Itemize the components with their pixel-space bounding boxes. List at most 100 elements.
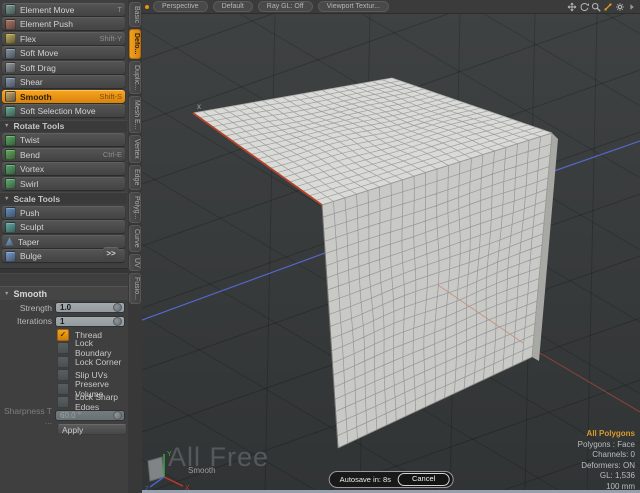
tool-soft-selection-move[interactable]: Soft Selection Move xyxy=(2,104,125,117)
viewport-button-perspective[interactable]: Perspective xyxy=(153,1,208,12)
tool-list-overflow-button[interactable]: >> xyxy=(103,247,119,259)
orbit-icon[interactable] xyxy=(579,2,589,12)
status-line: Polygons : Face xyxy=(578,440,635,451)
twist-icon xyxy=(5,135,16,146)
tool-label: Element Push xyxy=(20,19,122,29)
tool-element-push[interactable]: Element Push xyxy=(2,17,125,30)
viewport-button-ray-gl-off[interactable]: Ray GL: Off xyxy=(258,1,313,12)
field-label: Iterations xyxy=(0,316,52,326)
element-move-icon xyxy=(5,4,16,15)
more-icon[interactable] xyxy=(627,2,637,12)
strength-input[interactable]: 1.0 xyxy=(55,302,125,313)
sharpness-label: Sharpness T ... xyxy=(0,406,52,426)
tool-element-move[interactable]: Element MoveT xyxy=(2,3,125,16)
soft-selection-move-icon xyxy=(5,106,16,117)
swirl-icon xyxy=(5,178,16,189)
collapse-triangle-icon: ▼ xyxy=(4,196,9,202)
slip-uvs-checkbox[interactable]: ✓ xyxy=(57,369,69,381)
tool-label: Smooth xyxy=(20,92,96,102)
tab-vertex[interactable]: Vertex xyxy=(129,135,141,163)
tab-defo[interactable]: Defo... xyxy=(129,29,141,58)
iterations-input[interactable]: 1 xyxy=(55,316,125,327)
tool-bend[interactable]: BendCtrl-E xyxy=(2,148,125,161)
status-lines: Polygons : FaceChannels: 0Deformers: ONG… xyxy=(578,440,635,493)
preserve-volume-checkbox[interactable]: ✓ xyxy=(57,383,69,395)
tool-section-label: Scale Tools xyxy=(13,194,60,204)
push-icon xyxy=(5,207,16,218)
selection-mode-status: All Polygons xyxy=(578,429,635,440)
tool-flex[interactable]: FlexShift-Y xyxy=(2,32,125,45)
mini-slider-icon[interactable] xyxy=(113,303,122,312)
tool-push[interactable]: Push xyxy=(2,206,125,219)
tool-shortcut: Shift-Y xyxy=(99,34,122,43)
viewport-nav-icons xyxy=(567,2,640,12)
soft-drag-icon xyxy=(5,62,16,73)
status-line: GL: 1,536 xyxy=(578,471,635,482)
gizmo-y-label: Y xyxy=(167,451,172,458)
tool-label: Vortex xyxy=(20,164,122,174)
pan-icon[interactable] xyxy=(567,2,577,12)
panel-divider xyxy=(0,268,128,274)
tab-duplic[interactable]: Duplic... xyxy=(129,61,141,94)
tool-twist[interactable]: Twist xyxy=(2,133,125,146)
mini-slider-icon[interactable] xyxy=(113,317,122,326)
tab-mesh-e[interactable]: Mesh E... xyxy=(129,96,141,134)
viewport-status-block: All Polygons Polygons : FaceChannels: 0D… xyxy=(578,429,635,493)
autosave-cancel-button[interactable]: Cancel xyxy=(398,473,449,486)
properties-title: Smooth xyxy=(13,289,47,299)
lock-sharp-edges-checkbox[interactable]: ✓ xyxy=(57,396,69,408)
tool-shortcut: Ctrl-E xyxy=(103,150,122,159)
viewport-button-viewport-textur[interactable]: Viewport Textur... xyxy=(318,1,389,12)
settings-icon[interactable] xyxy=(615,2,625,12)
tab-uv[interactable]: UV xyxy=(129,254,141,272)
tool-swirl[interactable]: Swirl xyxy=(2,177,125,190)
axis-gizmo[interactable]: YXZ xyxy=(142,445,194,493)
status-line: Deformers: ON xyxy=(578,461,635,472)
tool-sculpt[interactable]: Sculpt xyxy=(2,220,125,233)
tab-edge[interactable]: Edge xyxy=(129,165,141,189)
checkbox-label: Lock Boundary xyxy=(75,338,128,358)
checkbox-label: Lock Corner xyxy=(75,357,121,367)
tool-section-rotate-tools[interactable]: ▼Rotate Tools xyxy=(0,120,127,132)
thread-checkbox[interactable]: ✓ xyxy=(57,329,69,341)
tool-label: Twist xyxy=(20,135,122,145)
3d-scene-canvas[interactable]: x xyxy=(142,0,640,493)
tab-curve[interactable]: Curve xyxy=(129,225,141,252)
checkbox-row-lock-corner: ✓ Lock Corner xyxy=(0,356,128,368)
properties-header[interactable]: ▼ Smooth xyxy=(0,286,128,300)
status-line: Channels: 0 xyxy=(578,450,635,461)
tool-section-label: Rotate Tools xyxy=(13,121,64,131)
tool-taper[interactable]: Taper xyxy=(2,235,125,248)
tool-vortex[interactable]: Vortex xyxy=(2,162,125,175)
viewport-menu-dot-icon[interactable] xyxy=(145,5,149,9)
property-row-iterations: Iterations1 xyxy=(0,315,128,327)
tool-label: Soft Move xyxy=(20,48,122,58)
apply-button[interactable]: Apply xyxy=(57,424,127,435)
tool-label: Flex xyxy=(20,34,96,44)
element-push-icon xyxy=(5,19,16,30)
tool-label: Soft Selection Move xyxy=(20,106,122,116)
tool-smooth[interactable]: SmoothShift-S xyxy=(2,90,125,103)
tool-soft-drag[interactable]: Soft Drag xyxy=(2,61,125,74)
tool-label: Taper xyxy=(18,237,122,247)
tool-label: Shear xyxy=(20,77,122,87)
collapse-triangle-icon: ▼ xyxy=(4,291,9,297)
tab-fusio[interactable]: Fusio... xyxy=(129,273,141,304)
property-row-strength: Strength1.0 xyxy=(0,302,128,314)
tab-basic[interactable]: Basic xyxy=(129,2,141,27)
tool-properties-panel: ▼ Smooth Strength1.0Iterations1 ✓Thread✓… xyxy=(0,286,128,435)
tool-shortcut: Shift-S xyxy=(99,92,122,101)
tool-shear[interactable]: Shear xyxy=(2,75,125,88)
tool-label: Soft Drag xyxy=(20,63,122,73)
3d-viewport[interactable]: x Perspective Default Ray GL: Off Viewport … xyxy=(142,0,640,493)
tool-soft-move[interactable]: Soft Move xyxy=(2,46,125,59)
viewport-button-default[interactable]: Default xyxy=(213,1,253,12)
maximize-icon[interactable] xyxy=(603,2,613,12)
zoom-icon[interactable] xyxy=(591,2,601,12)
lock-corner-checkbox[interactable]: ✓ xyxy=(57,356,69,368)
sharpness-field: 60.0 ° xyxy=(55,410,125,421)
lock-boundary-checkbox[interactable]: ✓ xyxy=(57,342,69,354)
tool-section-scale-tools[interactable]: ▼ Scale Tools xyxy=(0,192,127,204)
flex-icon xyxy=(5,33,16,44)
tab-polyg[interactable]: Polyg... xyxy=(129,192,141,223)
